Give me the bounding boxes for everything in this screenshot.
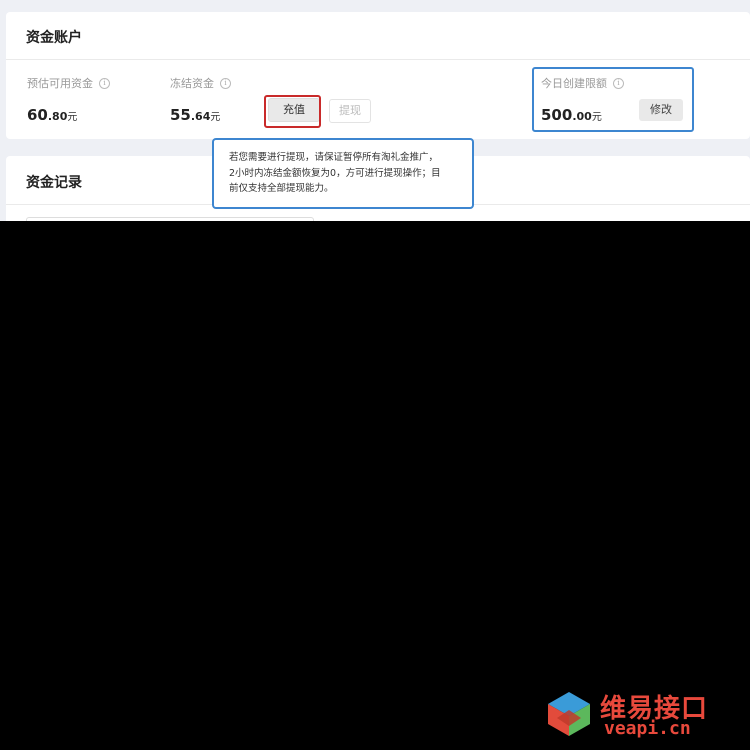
divider bbox=[6, 59, 750, 60]
app-content: 资金账户 预估可用资金 i 60.80元 冻结资金 i 55.64元 今日创建限… bbox=[0, 0, 750, 221]
info-icon[interactable]: i bbox=[220, 77, 231, 89]
recharge-highlight-frame bbox=[264, 95, 321, 128]
info-icon[interactable]: i bbox=[99, 77, 110, 89]
tooltip-line: 2小时内冻结金额恢复为0，方可进行提现操作；目 bbox=[229, 167, 441, 179]
tooltip-arrow bbox=[339, 129, 355, 138]
frozen-funds-label: 冻结资金 bbox=[170, 77, 214, 90]
records-filter-input[interactable] bbox=[26, 217, 314, 221]
estimated-funds: 预估可用资金 i 60.80元 bbox=[27, 75, 110, 124]
estimated-funds-label: 预估可用资金 bbox=[27, 77, 93, 90]
tooltip-line: 前仅支持全部提现能力。 bbox=[229, 183, 334, 194]
watermark-url: veapi.cn bbox=[604, 718, 691, 739]
frozen-funds: 冻结资金 i 55.64元 bbox=[170, 75, 231, 124]
tooltip-line: 若您需要进行提现，请保证暂停所有淘礼金推广， bbox=[229, 152, 439, 163]
records-title: 资金记录 bbox=[26, 175, 82, 191]
estimated-funds-value: 60.80元 bbox=[27, 106, 78, 124]
veapi-logo-icon bbox=[548, 692, 590, 736]
withdraw-tooltip: 若您需要进行提现，请保证暂停所有淘礼金推广， 2小时内冻结金额恢复为0，方可进行… bbox=[212, 138, 474, 209]
account-title: 资金账户 bbox=[26, 30, 82, 46]
frozen-funds-value: 55.64元 bbox=[170, 106, 221, 124]
withdraw-button[interactable]: 提现 bbox=[329, 99, 371, 123]
daily-limit-highlight-frame bbox=[532, 67, 694, 132]
watermark: 维易接口 veapi.cn bbox=[546, 688, 746, 740]
